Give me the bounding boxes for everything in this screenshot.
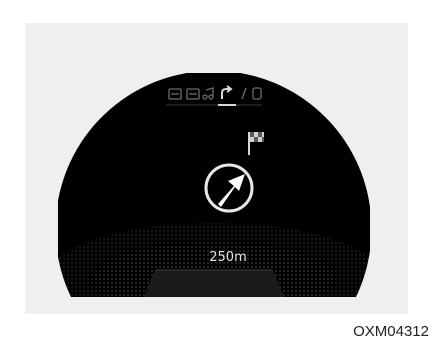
- road-perspective: [58, 223, 370, 297]
- figure-caption: OXM04312: [353, 323, 429, 340]
- distance-label: 250m: [209, 250, 246, 265]
- bottom-bezel: [144, 270, 284, 297]
- instrument-cluster-display: 250m: [58, 73, 370, 297]
